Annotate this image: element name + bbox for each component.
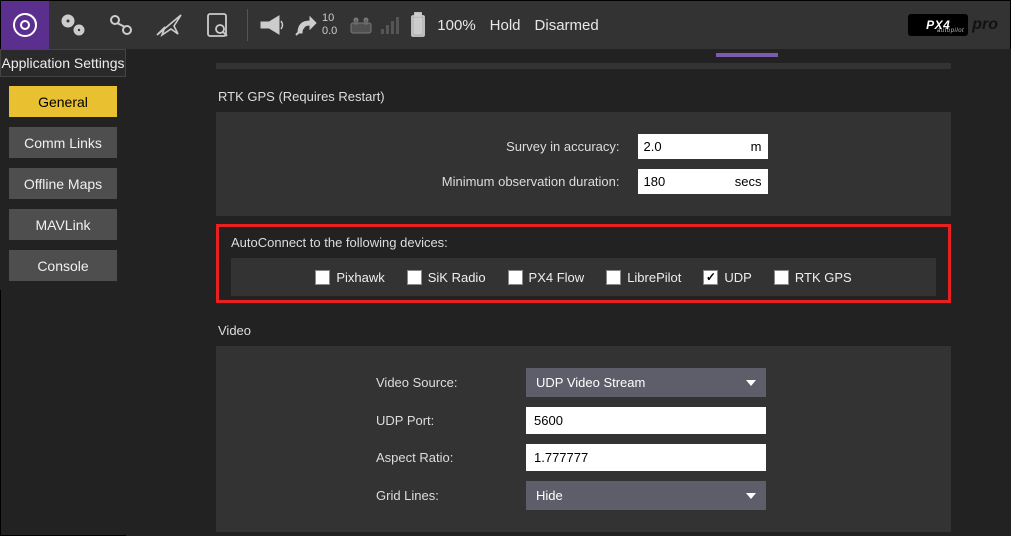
autoconnect-librepilot[interactable]: LibrePilot	[606, 270, 681, 285]
prev-panel-edge	[216, 63, 951, 69]
chevron-down-icon	[746, 380, 756, 386]
autoconnect-sikradio[interactable]: SiK Radio	[407, 270, 486, 285]
telemetry-signal-icon	[381, 16, 399, 34]
aspect-ratio-input[interactable]: 1.777777	[526, 444, 766, 471]
sidebar-item-offlinemaps[interactable]: Offline Maps	[8, 167, 118, 200]
autoconnect-udp[interactable]: UDP	[703, 270, 751, 285]
sidebar-item-mavlink[interactable]: MAVLink	[8, 208, 118, 241]
tab-highlight	[716, 53, 778, 57]
px4-logo: PX4 autopilot	[908, 14, 968, 36]
video-source-label: Video Source:	[376, 375, 506, 390]
main-content: RTK GPS (Requires Restart) Survey in acc…	[126, 49, 1011, 536]
battery-percent: 100%	[437, 17, 475, 34]
chevron-down-icon	[746, 493, 756, 499]
grid-lines-label: Grid Lines:	[376, 488, 506, 503]
flight-mode[interactable]: Hold	[490, 17, 521, 34]
analyze-icon[interactable]	[193, 1, 241, 50]
arm-state[interactable]: Disarmed	[535, 17, 599, 34]
settings-sidebar: Application Settings General Comm Links …	[0, 49, 126, 290]
autoconnect-title: AutoConnect to the following devices:	[231, 235, 936, 250]
video-panel: Video Source: UDP Video Stream UDP Port:…	[216, 346, 951, 532]
megaphone-icon[interactable]	[254, 1, 290, 50]
aspect-ratio-label: Aspect Ratio:	[376, 450, 506, 465]
gps-sat-count: 10	[322, 12, 337, 25]
survey-accuracy-input[interactable]: 2.0 m	[638, 134, 768, 159]
autoconnect-highlight: AutoConnect to the following devices: Pi…	[216, 224, 951, 303]
autoconnect-pixhawk[interactable]: Pixhawk	[315, 270, 384, 285]
min-obs-input[interactable]: 180 secs	[638, 169, 768, 194]
rc-icon	[345, 1, 377, 50]
settings-icon[interactable]	[49, 1, 97, 50]
autoconnect-px4flow[interactable]: PX4 Flow	[508, 270, 585, 285]
waypoint-icon[interactable]	[97, 1, 145, 50]
autoconnect-rtkgps[interactable]: RTK GPS	[774, 270, 852, 285]
sidebar-item-commlinks[interactable]: Comm Links	[8, 126, 118, 159]
sidebar-item-general[interactable]: General	[8, 85, 118, 118]
survey-accuracy-label: Survey in accuracy:	[400, 139, 620, 154]
battery-icon	[405, 1, 431, 50]
udp-port-label: UDP Port:	[376, 413, 506, 428]
grid-lines-select[interactable]: Hide	[526, 481, 766, 510]
udp-port-input[interactable]: 5600	[526, 407, 766, 434]
rtk-section-title: RTK GPS (Requires Restart)	[218, 89, 951, 104]
app-logo-button[interactable]	[1, 1, 49, 50]
video-source-select[interactable]: UDP Video Stream	[526, 368, 766, 397]
gps-icon[interactable]	[290, 1, 322, 50]
top-toolbar: 10 0.0 100% Hold Disarmed PX4 autopilot …	[1, 1, 1010, 50]
video-section-title: Video	[218, 323, 951, 338]
gps-stats: 10 0.0	[322, 12, 337, 38]
pro-label: pro	[972, 16, 998, 34]
toolbar-separator	[247, 9, 248, 41]
sidebar-item-console[interactable]: Console	[8, 249, 118, 282]
plane-icon[interactable]	[145, 1, 193, 50]
rtk-panel: Survey in accuracy: 2.0 m Minimum observ…	[216, 112, 951, 216]
min-obs-label: Minimum observation duration:	[400, 174, 620, 189]
sidebar-title: Application Settings	[0, 49, 126, 77]
autoconnect-panel: Pixhawk SiK Radio PX4 Flow LibrePilot UD…	[231, 258, 936, 296]
gps-hdop: 0.0	[322, 25, 337, 38]
